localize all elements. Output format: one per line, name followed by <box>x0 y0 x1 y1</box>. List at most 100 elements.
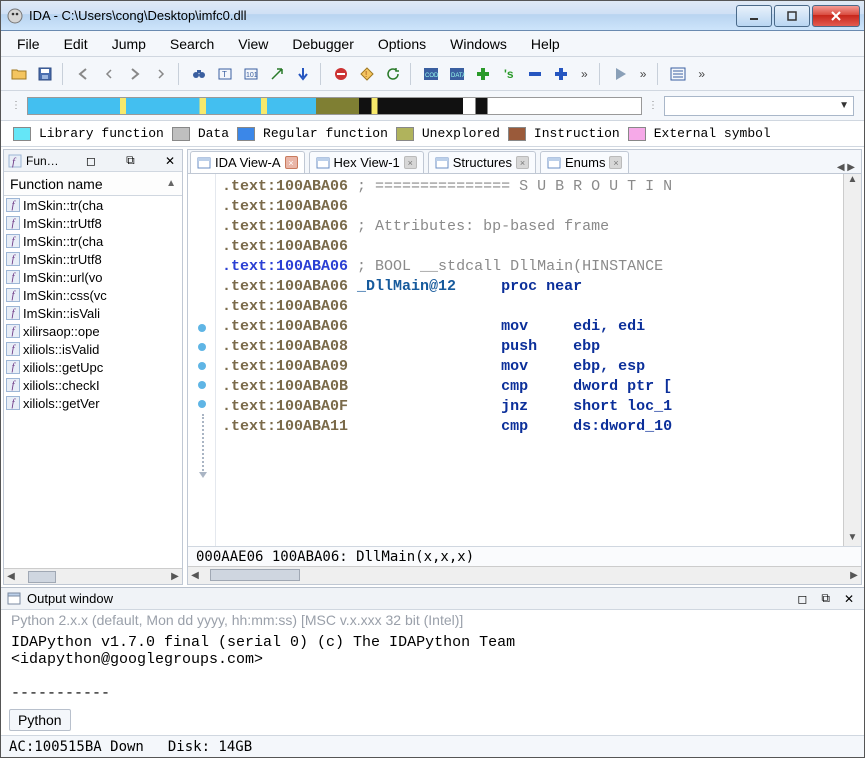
panel-close-icon[interactable]: ✕ <box>162 154 178 168</box>
breakpoint-dot-icon[interactable] <box>198 324 206 332</box>
function-row[interactable]: fImSkin::css(vc <box>4 286 182 304</box>
refresh-icon[interactable] <box>381 62 405 86</box>
menu-jump[interactable]: Jump <box>102 33 156 55</box>
function-row[interactable]: fImSkin::url(vo <box>4 268 182 286</box>
scrollbar-thumb[interactable] <box>28 571 56 583</box>
menu-file[interactable]: File <box>7 33 50 55</box>
back-small-icon[interactable] <box>97 62 121 86</box>
goto-icon[interactable] <box>265 62 289 86</box>
function-icon: f <box>6 270 20 284</box>
panel-detach-icon[interactable]: ◻ <box>793 592 811 606</box>
scroll-left-icon[interactable]: ◀ <box>188 570 202 581</box>
function-row[interactable]: fxilirsaop::ope <box>4 322 182 340</box>
code-icon[interactable]: CODE <box>419 62 443 86</box>
panel-detach-icon[interactable]: ◻ <box>83 154 99 168</box>
toolbar-overflow-2[interactable]: » <box>634 67 653 81</box>
overview-left-icon[interactable]: ⋮ <box>11 100 21 111</box>
data-icon[interactable]: DATA <box>445 62 469 86</box>
add-blue-icon[interactable] <box>549 62 573 86</box>
function-row[interactable]: fImSkin::isVali <box>4 304 182 322</box>
minimize-button[interactable] <box>736 5 772 27</box>
breakpoint-dot-icon[interactable] <box>198 400 206 408</box>
function-row[interactable]: fImSkin::trUtf8 <box>4 214 182 232</box>
string-icon[interactable]: 's <box>497 62 521 86</box>
status-disk: Disk: 14GB <box>168 739 252 755</box>
options-icon[interactable] <box>666 62 690 86</box>
sort-arrow-icon: ▲ <box>166 178 176 189</box>
disassembly-vscrollbar[interactable]: ▲ ▼ <box>843 174 861 546</box>
python-button[interactable]: Python <box>9 709 71 731</box>
svg-text:T: T <box>222 70 227 79</box>
function-row[interactable]: fImSkin::tr(cha <box>4 232 182 250</box>
binoculars-icon[interactable] <box>187 62 211 86</box>
disassembly-view[interactable]: .text:100ABA06 ; =============== S U B R… <box>216 174 843 546</box>
jump-down-icon[interactable] <box>291 62 315 86</box>
breakpoint-dot-icon[interactable] <box>198 343 206 351</box>
save-icon[interactable] <box>33 62 57 86</box>
app-icon <box>7 8 23 24</box>
menu-view[interactable]: View <box>228 33 278 55</box>
function-row[interactable]: fxiliols::isValid <box>4 340 182 358</box>
functions-panel: f Fun… ◻ ⧉ ✕ Function name ▲ fImSkin::tr… <box>3 149 183 585</box>
navigation-band[interactable] <box>27 97 642 115</box>
scroll-left-icon[interactable]: ◀ <box>4 571 18 582</box>
scrollbar-thumb[interactable] <box>210 569 300 581</box>
legend-swatch <box>172 127 190 141</box>
maximize-button[interactable] <box>774 5 810 27</box>
close-button[interactable] <box>812 5 860 27</box>
search-text-icon[interactable]: T <box>213 62 237 86</box>
open-icon[interactable] <box>7 62 31 86</box>
functions-hscrollbar[interactable]: ◀ ▶ <box>4 568 182 584</box>
menu-debugger[interactable]: Debugger <box>282 33 364 55</box>
overview-combo[interactable]: ▼ <box>664 96 854 116</box>
tab-close-icon[interactable]: × <box>285 156 298 169</box>
function-row[interactable]: fxiliols::getUpc <box>4 358 182 376</box>
panel-close-icon[interactable]: ✕ <box>840 592 858 606</box>
breakpoint-dot-icon[interactable] <box>198 381 206 389</box>
scroll-down-icon[interactable]: ▼ <box>844 532 861 546</box>
forward-icon[interactable] <box>123 62 147 86</box>
panel-window-icon[interactable]: ⧉ <box>817 591 834 606</box>
subtract-icon[interactable] <box>523 62 547 86</box>
tab-close-icon[interactable]: × <box>404 156 417 169</box>
menu-help[interactable]: Help <box>521 33 570 55</box>
scroll-right-icon[interactable]: ▶ <box>168 571 182 582</box>
function-row[interactable]: fxiliols::checkI <box>4 376 182 394</box>
toolbar-overflow-3[interactable]: » <box>692 67 711 81</box>
tab-hex-view-1[interactable]: Hex View-1× <box>309 151 424 173</box>
tab-close-icon[interactable]: × <box>609 156 622 169</box>
menu-search[interactable]: Search <box>160 33 224 55</box>
svg-text:!: ! <box>365 70 367 79</box>
scroll-right-icon[interactable]: ▶ <box>847 570 861 581</box>
add-green-icon[interactable] <box>471 62 495 86</box>
tab-enums[interactable]: Enums× <box>540 151 629 173</box>
output-body[interactable]: IDAPython v1.7.0 final (serial 0) (c) Th… <box>1 628 864 705</box>
breakpoint-dot-icon[interactable] <box>198 362 206 370</box>
overview-right-icon[interactable]: ⋮ <box>648 100 658 111</box>
toolbar-overflow-1[interactable]: » <box>575 67 594 81</box>
tab-structures[interactable]: Structures× <box>428 151 536 173</box>
breakpoint-icon[interactable]: ! <box>355 62 379 86</box>
function-row[interactable]: fxiliols::getVer <box>4 394 182 412</box>
function-row[interactable]: fImSkin::tr(cha <box>4 196 182 214</box>
disassembly-hscrollbar[interactable]: ◀ ▶ <box>188 566 861 584</box>
stop-icon[interactable] <box>329 62 353 86</box>
menu-options[interactable]: Options <box>368 33 436 55</box>
tab-ida-view-a[interactable]: IDA View-A× <box>190 151 305 173</box>
tab-nav-icons[interactable]: ◀ ▶ <box>833 162 859 173</box>
search-bytes-icon[interactable]: 101 <box>239 62 263 86</box>
forward-small-icon[interactable] <box>149 62 173 86</box>
tab-close-icon[interactable]: × <box>516 156 529 169</box>
menu-windows[interactable]: Windows <box>440 33 517 55</box>
scroll-up-icon[interactable]: ▲ <box>844 174 861 188</box>
function-row[interactable]: fImSkin::trUtf8 <box>4 250 182 268</box>
functions-list[interactable]: fImSkin::tr(chafImSkin::trUtf8fImSkin::t… <box>4 196 182 568</box>
functions-column-header[interactable]: Function name ▲ <box>4 172 182 196</box>
menu-edit[interactable]: Edit <box>54 33 98 55</box>
run-icon[interactable] <box>608 62 632 86</box>
back-icon[interactable] <box>71 62 95 86</box>
function-icon: f <box>6 216 20 230</box>
panel-window-icon[interactable]: ⧉ <box>123 153 138 168</box>
function-name: ImSkin::trUtf8 <box>23 216 102 231</box>
function-name: ImSkin::tr(cha <box>23 234 103 249</box>
